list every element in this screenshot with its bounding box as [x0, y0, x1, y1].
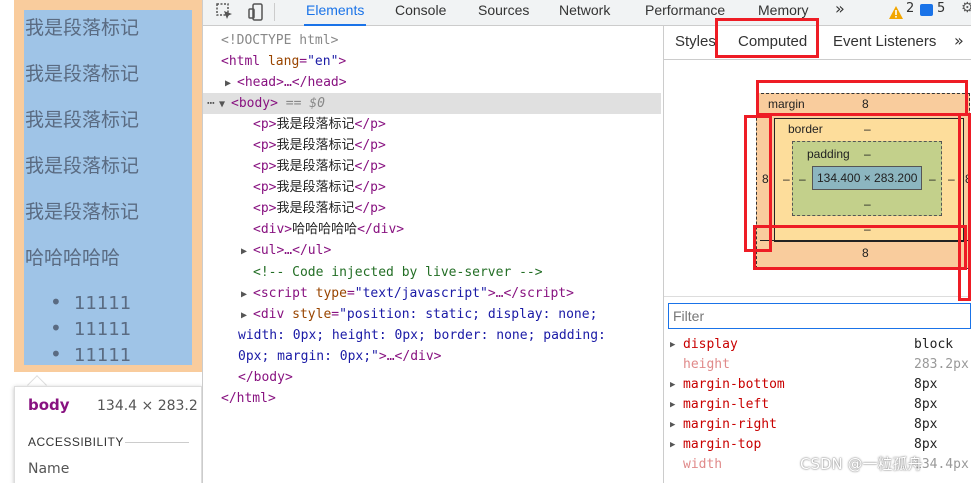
tab-event-listeners[interactable]: Event Listeners [833, 33, 936, 50]
box-model-padding-bottom[interactable]: – [864, 197, 871, 211]
body-close-tag[interactable]: </body> [238, 367, 293, 388]
collapse-triangle-icon[interactable]: ▼ [219, 94, 231, 115]
p-node[interactable]: <p>我是段落标记</p> [253, 114, 386, 135]
expand-triangle-icon[interactable]: ▶ [670, 375, 675, 395]
more-panes-button[interactable]: » [954, 31, 964, 50]
warning-icon[interactable] [889, 4, 903, 19]
devtools-toolbar: Elements Console Sources Network Perform… [203, 0, 971, 26]
script-node[interactable]: ▶ <script type="text/javascript">…</scrip… [241, 283, 574, 304]
preview-paragraph: 我是段落标记 [25, 201, 140, 223]
tab-console[interactable]: Console [393, 0, 448, 26]
warning-count[interactable]: 2 [906, 1, 914, 16]
message-count[interactable]: 5 [937, 1, 945, 16]
box-model-padding-left[interactable]: – [799, 172, 806, 186]
computed-property-row[interactable]: ▶ margin-left 8px [664, 395, 971, 415]
box-model-padding-right[interactable]: – [929, 172, 936, 186]
expand-triangle-icon[interactable]: ▶ [225, 73, 237, 94]
head-node[interactable]: ▶ <head>…</head> [225, 72, 347, 93]
toolbar-separator [274, 3, 275, 21]
tooltip-element-size: 134.4 × 283.2 [97, 398, 198, 414]
box-model-border-top[interactable]: – [864, 122, 871, 136]
tab-memory[interactable]: Memory [756, 0, 811, 26]
more-tabs-button[interactable]: » [835, 0, 845, 18]
box-model-padding-label: padding [807, 147, 850, 161]
box-model-margin-top[interactable]: 8 [862, 97, 869, 111]
box-model-margin-bottom[interactable]: 8 [862, 246, 869, 260]
box-model-margin-label: margin [768, 97, 805, 111]
preview-paragraph: 我是段落标记 [25, 17, 140, 39]
side-pane-tabs: Styles Computed Event Listeners » [664, 26, 971, 60]
box-model-border-bottom[interactable]: – [864, 222, 871, 236]
preview-div-text: 哈哈哈哈哈 [25, 247, 121, 269]
inspect-tooltip: body 134.4 × 283.2 ACCESSIBILITY Name [14, 386, 202, 483]
box-model-margin-right[interactable]: 8 [965, 172, 971, 186]
box-model-content-size[interactable]: 134.400 × 283.200 [817, 171, 917, 185]
box-model-border-label: border [788, 122, 823, 136]
html-close-tag[interactable]: </html> [221, 388, 276, 409]
filter-box[interactable] [668, 303, 971, 329]
preview-list-item: 11111 [50, 342, 131, 366]
comment-node[interactable]: <!-- Code injected by live-server --> [253, 262, 543, 283]
preview-paragraph: 我是段落标记 [25, 155, 140, 177]
devtools-panel: Elements Console Sources Network Perform… [202, 0, 971, 483]
computed-property-row[interactable]: ▶ margin-top 8px [664, 435, 971, 455]
box-model-divider [760, 240, 970, 241]
body-node-selected[interactable]: ⋯ ▼ <body> == $0 [203, 93, 661, 114]
computed-property-row[interactable]: height 283.2px [664, 355, 971, 375]
computed-filter-input[interactable] [673, 306, 953, 326]
preview-list-item: 11111 [50, 316, 131, 340]
p-node[interactable]: <p>我是段落标记</p> [253, 177, 386, 198]
box-model-margin-left[interactable]: 8 [762, 172, 769, 186]
tab-performance[interactable]: Performance [643, 0, 727, 26]
div-node[interactable]: <div>哈哈哈哈哈</div> [253, 219, 404, 240]
hidden-div-node[interactable]: ▶ <div style="position: static; display: … [241, 304, 597, 325]
active-tab-indicator [727, 56, 811, 58]
expand-triangle-icon[interactable]: ▶ [670, 415, 675, 435]
html-node[interactable]: <html lang="en"> [221, 51, 346, 72]
tooltip-name-label: Name [28, 461, 70, 477]
tab-elements[interactable]: Elements [304, 0, 367, 26]
settings-icon[interactable]: ⚙ [961, 0, 971, 16]
inspect-element-icon[interactable] [215, 2, 235, 22]
expand-triangle-icon[interactable]: ▶ [241, 284, 253, 305]
computed-property-row[interactable]: ▶ display block [664, 335, 971, 355]
tab-computed[interactable]: Computed [738, 33, 807, 50]
box-model-border-right[interactable]: – [948, 172, 955, 186]
p-node[interactable]: <p>我是段落标记</p> [253, 198, 386, 219]
expand-triangle-icon[interactable]: ▶ [670, 435, 675, 455]
preview-paragraph: 我是段落标记 [25, 109, 140, 131]
node-menu-icon[interactable]: ⋯ [207, 93, 215, 114]
device-toolbar-icon[interactable] [247, 2, 267, 22]
tab-network[interactable]: Network [557, 0, 612, 26]
computed-property-row[interactable]: ▶ margin-bottom 8px [664, 375, 971, 395]
hidden-div-node-cont: 0px; margin: 0px;">…</div> [238, 349, 442, 364]
dom-tree: <!DOCTYPE html> <html lang="en"> ▶ <head>… [203, 26, 661, 483]
preview-list-item: 11111 [50, 290, 131, 314]
tooltip-section-title: ACCESSIBILITY [28, 435, 124, 449]
expand-triangle-icon[interactable]: ▶ [670, 395, 675, 415]
box-model-border-left[interactable]: – [783, 172, 790, 186]
preview-paragraph: 我是段落标记 [25, 63, 140, 85]
tab-styles[interactable]: Styles [675, 33, 716, 50]
expand-triangle-icon[interactable]: ▶ [241, 305, 253, 326]
tooltip-divider [125, 442, 189, 443]
doctype-node[interactable]: <!DOCTYPE html> [221, 30, 338, 51]
computed-property-row[interactable]: ▶ margin-right 8px [664, 415, 971, 435]
p-node[interactable]: <p>我是段落标记</p> [253, 156, 386, 177]
hidden-div-node-cont: width: 0px; height: 0px; border: none; p… [238, 328, 606, 343]
tooltip-element-name: body [28, 396, 70, 414]
watermark: CSDN @一粒孤舟 [800, 455, 923, 473]
tab-sources[interactable]: Sources [476, 0, 531, 26]
pane-divider [664, 296, 971, 297]
box-model-padding-top[interactable]: – [864, 147, 871, 161]
page-preview: 我是段落标记 我是段落标记 我是段落标记 我是段落标记 我是段落标记 哈哈哈哈哈… [0, 0, 202, 483]
expand-triangle-icon[interactable]: ▶ [670, 335, 675, 355]
expand-triangle-icon[interactable]: ▶ [241, 241, 253, 262]
ul-node[interactable]: ▶ <ul>…</ul> [241, 240, 331, 261]
styles-side-pane: Styles Computed Event Listeners » margin… [663, 26, 971, 483]
message-icon[interactable] [920, 4, 933, 16]
p-node[interactable]: <p>我是段落标记</p> [253, 135, 386, 156]
